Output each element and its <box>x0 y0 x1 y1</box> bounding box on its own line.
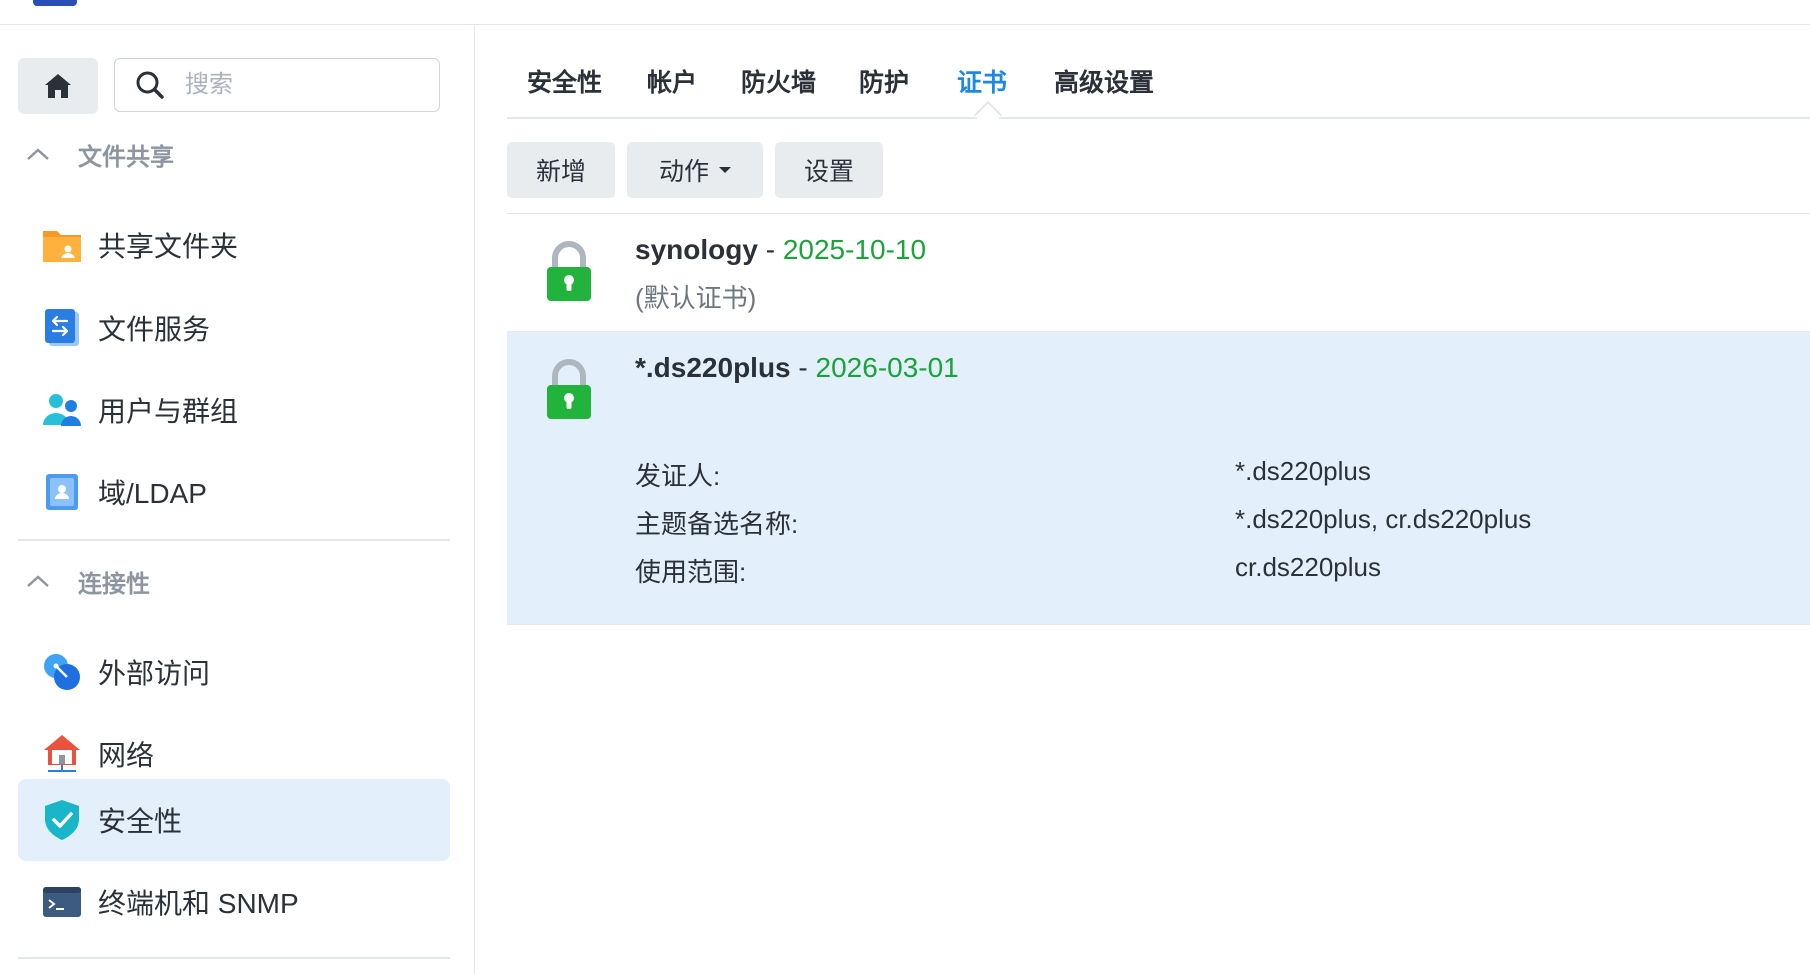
certificate-title: *.ds220plus - 2026-03-01 <box>635 352 959 384</box>
caret-down-icon <box>719 167 731 173</box>
tab-protection[interactable]: 防护 <box>859 63 909 99</box>
sidebar-item-label: 共享文件夹 <box>98 231 239 262</box>
detail-key: 使用范围: <box>635 557 747 587</box>
sidebar-item-label: 终端机和 SNMP <box>98 888 299 919</box>
active-tab-indicator <box>973 100 1003 130</box>
add-button-label: 新增 <box>535 158 586 186</box>
network-icon <box>42 734 82 774</box>
sidebar-item-shared-folder[interactable]: 共享文件夹 <box>18 204 450 286</box>
sidebar-item-security[interactable]: 安全性 <box>18 779 450 861</box>
file-services-icon <box>42 308 82 348</box>
shared-folder-icon <box>42 225 82 265</box>
tab-firewall[interactable]: 防火墙 <box>741 63 816 99</box>
certificate-title: synology - 2025-10-10 <box>635 234 926 266</box>
certificate-name: *.ds220plus <box>635 352 791 383</box>
separator: - <box>757 234 783 265</box>
sidebar-item-user-group[interactable]: 用户与群组 <box>18 369 450 451</box>
main-panel: 安全性 帐户 防火墙 防护 证书 高级设置 新增 动作 设置 synology … <box>475 25 1810 974</box>
sidebar-item-domain-ldap[interactable]: 域/LDAP <box>18 451 450 533</box>
search-box[interactable] <box>114 58 440 112</box>
tab-bar: 安全性 帐户 防火墙 防护 证书 高级设置 <box>507 25 1810 130</box>
default-certificate-note: (默认证书) <box>635 283 757 313</box>
detail-value: cr.ds220plus <box>1235 552 1381 582</box>
tab-advanced[interactable]: 高级设置 <box>1054 63 1154 99</box>
search-input[interactable] <box>183 70 407 100</box>
home-button[interactable] <box>18 58 98 114</box>
detail-value: *.ds220plus, cr.ds220plus <box>1235 504 1532 534</box>
certificate-expiry-date: 2025-10-10 <box>782 234 927 265</box>
separator: - <box>790 352 816 383</box>
app-logo <box>33 0 77 6</box>
tab-account[interactable]: 帐户 <box>647 63 697 99</box>
sidebar-item-file-services[interactable]: 文件服务 <box>18 287 450 369</box>
sidebar-item-label: 文件服务 <box>98 314 211 345</box>
certificate-row-selected[interactable]: *.ds220plus - 2026-03-01 发证人: *.ds220plu… <box>507 332 1810 625</box>
settings-button[interactable]: 设置 <box>775 142 883 198</box>
chevron-up-icon <box>18 574 58 588</box>
tab-certificate[interactable]: 证书 <box>957 63 1007 99</box>
sidebar-divider <box>18 957 450 959</box>
lock-icon <box>547 359 591 419</box>
section-title: 文件共享 <box>78 143 174 171</box>
certificate-row[interactable]: synology - 2025-10-10 (默认证书) <box>507 214 1810 332</box>
sidebar-item-label: 网络 <box>98 740 155 771</box>
detail-key: 发证人: <box>635 461 721 491</box>
certificate-name: synology <box>635 234 758 265</box>
sidebar: 文件共享 共享文件夹 文件服务 用户与群组 域/LDAP 连接性 <box>0 25 475 974</box>
security-shield-icon <box>42 800 82 840</box>
section-header-connectivity[interactable]: 连接性 <box>18 561 150 601</box>
detail-key: 主题备选名称: <box>635 509 799 539</box>
sidebar-item-terminal-snmp[interactable]: 终端机和 SNMP <box>18 861 450 943</box>
settings-button-label: 设置 <box>803 158 854 186</box>
certificate-list: synology - 2025-10-10 (默认证书) *.ds220plus… <box>507 213 1810 625</box>
domain-ldap-icon <box>42 472 82 512</box>
sidebar-divider <box>18 539 450 541</box>
tab-security[interactable]: 安全性 <box>527 63 602 99</box>
chevron-up-icon <box>18 147 58 161</box>
sidebar-item-label: 域/LDAP <box>98 478 207 509</box>
add-button[interactable]: 新增 <box>507 142 615 198</box>
terminal-icon <box>42 882 82 922</box>
certificate-expiry-date: 2026-03-01 <box>815 352 959 383</box>
search-icon <box>135 70 165 100</box>
external-access-icon <box>42 652 82 692</box>
window-top-bar <box>0 0 1810 25</box>
lock-icon <box>547 241 591 301</box>
action-button-label: 动作 <box>658 158 709 186</box>
user-group-icon <box>42 390 82 430</box>
sidebar-item-label: 安全性 <box>98 806 183 837</box>
home-icon <box>45 74 71 98</box>
sidebar-item-external-access[interactable]: 外部访问 <box>18 631 450 713</box>
sidebar-item-label: 外部访问 <box>98 658 211 689</box>
section-header-file-sharing[interactable]: 文件共享 <box>18 134 174 174</box>
section-title: 连接性 <box>78 570 150 598</box>
sidebar-item-label: 用户与群组 <box>98 396 239 427</box>
action-dropdown-button[interactable]: 动作 <box>627 142 763 198</box>
detail-value: *.ds220plus <box>1235 456 1371 486</box>
